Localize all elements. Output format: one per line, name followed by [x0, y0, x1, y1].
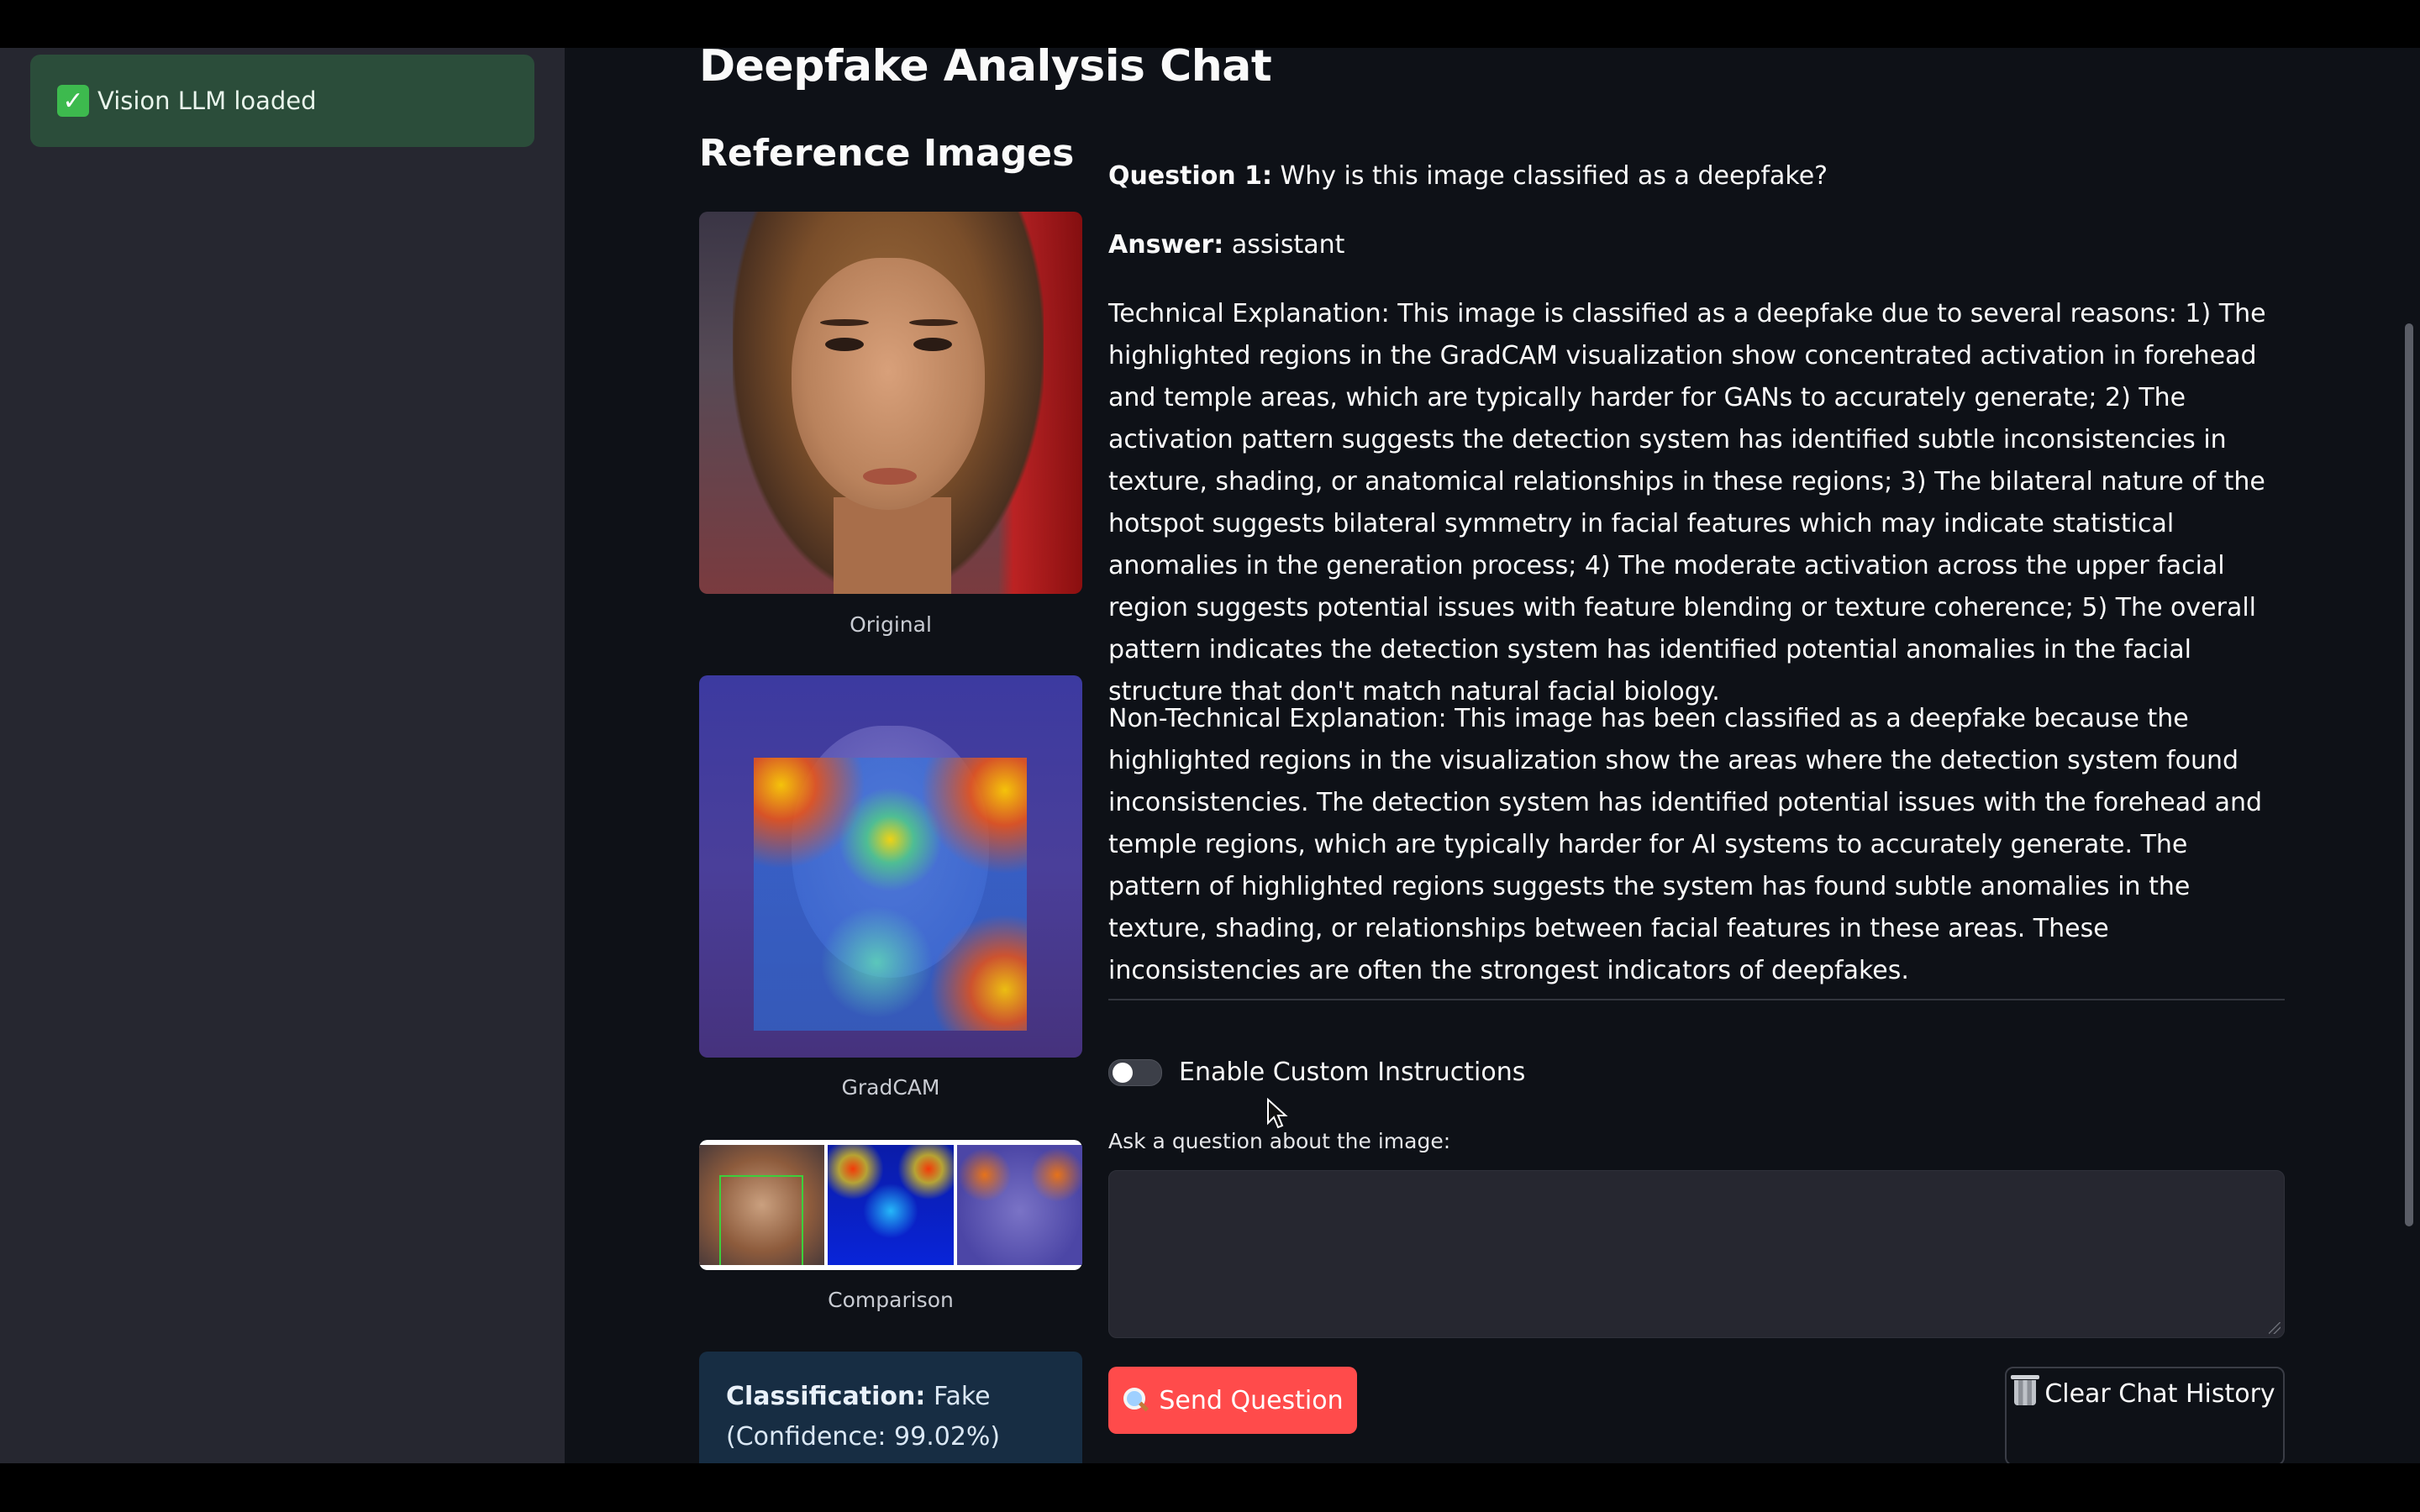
question-line: Question 1: Why is this image classified…	[1108, 155, 2285, 197]
custom-instructions-toggle-row: Enable Custom Instructions	[1108, 1058, 1525, 1087]
right-brow	[909, 319, 958, 326]
heatmap-overlay	[754, 758, 1027, 1031]
non-technical-explanation: Non-Technical Explanation: This image ha…	[1108, 704, 2263, 985]
left-eye	[825, 338, 864, 351]
comparison-overlay-panel	[956, 1145, 1082, 1265]
alert-text: Vision LLM loaded	[97, 87, 317, 115]
send-question-button[interactable]: Send Question	[1108, 1367, 1357, 1434]
vision-llm-status-alert: ✓ Vision LLM loaded	[30, 55, 534, 147]
answer-label: Answer:	[1108, 230, 1224, 260]
resize-handle[interactable]	[2269, 1322, 2281, 1334]
reference-images-title: Reference Images	[699, 132, 1075, 175]
comparison-image	[699, 1140, 1082, 1270]
lips	[863, 468, 917, 485]
bottom-black-bar	[0, 1463, 2420, 1512]
custom-instructions-toggle[interactable]	[1108, 1058, 1162, 1086]
clear-button-label: Clear Chat History	[2044, 1379, 2275, 1409]
divider	[1108, 999, 2285, 1000]
classification-result: Classification: Fake (Confidence: 99.02%…	[699, 1352, 1082, 1463]
answer-line: Answer: assistant	[1108, 224, 2285, 266]
clear-chat-history-button[interactable]: Clear Chat History	[2005, 1367, 2285, 1463]
left-brow	[820, 319, 869, 326]
question-text: Why is this image classified as a deepfa…	[1280, 161, 1828, 191]
page-title: Deepfake Analysis Chat	[699, 48, 1272, 92]
face-detection-box	[719, 1175, 803, 1265]
trash-icon	[2011, 1375, 2040, 1405]
question-label: Question 1:	[1108, 161, 1272, 191]
original-caption: Original	[850, 612, 932, 637]
question-textarea[interactable]	[1108, 1170, 2285, 1338]
gradcam-image	[699, 675, 1082, 1058]
comparison-original-panel	[699, 1145, 825, 1265]
right-eye	[913, 338, 952, 351]
classification-confidence: (Confidence: 99.02%)	[726, 1422, 1001, 1452]
comparison-heatmap-panel	[828, 1145, 954, 1265]
classification-value: Fake	[933, 1382, 991, 1411]
comparison-caption: Comparison	[828, 1288, 954, 1312]
magnifier-icon	[1122, 1386, 1150, 1415]
toggle-label: Enable Custom Instructions	[1179, 1058, 1526, 1087]
technical-explanation: Technical Explanation: This image is cla…	[1108, 299, 2266, 706]
toggle-knob	[1113, 1062, 1133, 1083]
answer-text: assistant	[1231, 230, 1345, 260]
check-icon: ✓	[57, 85, 89, 117]
original-image	[699, 212, 1082, 594]
main-content: Deepfake Analysis Chat Reference Images …	[565, 48, 2420, 1463]
gradcam-caption: GradCAM	[841, 1075, 940, 1100]
classification-label: Classification:	[726, 1382, 926, 1411]
send-button-label: Send Question	[1159, 1385, 1344, 1415]
mouse-cursor-icon	[1267, 1098, 1288, 1129]
neck	[834, 497, 951, 594]
top-black-bar	[0, 0, 2420, 48]
scrollbar-thumb[interactable]	[2405, 323, 2413, 1226]
question-input-label: Ask a question about the image:	[1108, 1129, 1451, 1153]
sidebar: ✓ Vision LLM loaded	[0, 48, 565, 1463]
